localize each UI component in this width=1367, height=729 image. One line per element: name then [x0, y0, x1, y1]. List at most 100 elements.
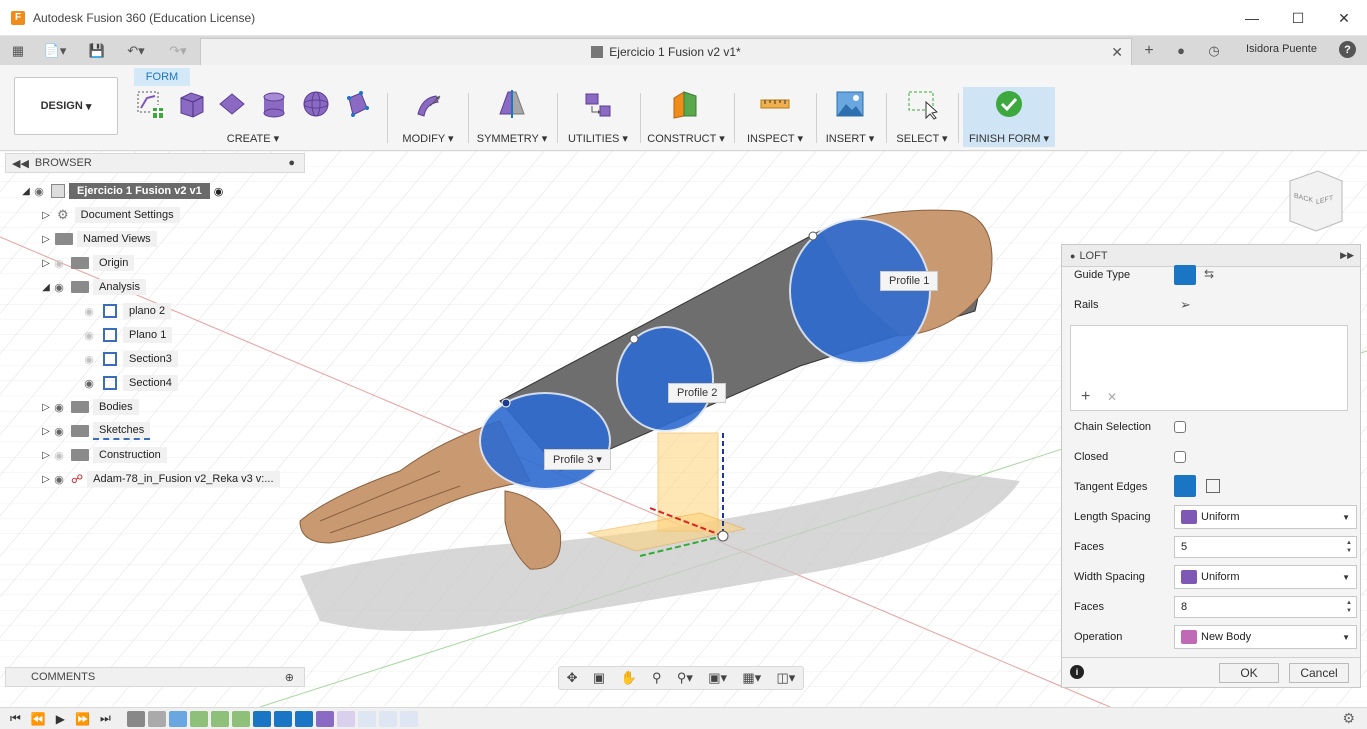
- expand-triangle-icon[interactable]: ▷: [41, 258, 51, 269]
- step-forward-icon[interactable]: ⏩: [75, 712, 90, 726]
- finish-form-group[interactable]: FINISH FORM ▾: [963, 87, 1055, 147]
- save-icon[interactable]: 💾: [88, 36, 106, 65]
- cancel-button[interactable]: Cancel: [1289, 663, 1349, 683]
- timeline-feature-6[interactable]: [231, 710, 250, 727]
- eye-icon[interactable]: ◉: [51, 425, 67, 438]
- inspect-group[interactable]: INSPECT ▾: [740, 87, 810, 147]
- stepper-icon[interactable]: ▲ ▼: [1344, 599, 1354, 615]
- expand-triangle-icon[interactable]: ▷: [41, 234, 51, 245]
- eye-icon[interactable]: ◉: [81, 329, 97, 342]
- width-spacing-dropdown[interactable]: Uniform ▼: [1174, 565, 1357, 589]
- eye-icon[interactable]: ◉: [81, 353, 97, 366]
- remove-rail-icon[interactable]: ✕: [1107, 390, 1117, 404]
- tree-item-bodies[interactable]: ▷ ◉ Bodies: [41, 397, 139, 417]
- browser-options-icon[interactable]: ●: [288, 157, 295, 169]
- fit-icon[interactable]: ⚲▾: [677, 670, 693, 686]
- select-group[interactable]: SELECT ▾: [892, 87, 952, 147]
- box-icon[interactable]: [174, 87, 208, 121]
- profile-1-shape[interactable]: [789, 218, 931, 364]
- timeline-feature-8[interactable]: [273, 710, 292, 727]
- user-name[interactable]: Isidora Puente: [1246, 43, 1317, 55]
- profile-3-shape[interactable]: [479, 392, 611, 490]
- cylinder-icon[interactable]: [257, 87, 291, 121]
- operation-dropdown[interactable]: New Body ▼: [1174, 625, 1357, 649]
- measure-icon[interactable]: [758, 87, 792, 121]
- loft-collapse-icon[interactable]: ●: [1070, 251, 1075, 261]
- add-rail-icon[interactable]: +: [1081, 388, 1090, 406]
- profile-2-label[interactable]: Profile 2: [668, 383, 727, 403]
- pan-hand-icon[interactable]: ✋: [620, 670, 636, 686]
- timeline-feature-14[interactable]: [399, 710, 418, 727]
- finish-form-check-icon[interactable]: [992, 87, 1026, 121]
- guide-rails-icon[interactable]: [1174, 265, 1196, 285]
- chain-selection-checkbox[interactable]: [1174, 421, 1186, 433]
- utilities-icon[interactable]: [581, 87, 615, 121]
- step-back-icon[interactable]: ⏪: [31, 712, 46, 726]
- construct-group[interactable]: CONSTRUCT ▾: [646, 87, 726, 147]
- tangent-edges-off-icon[interactable]: [1206, 479, 1220, 493]
- tree-item-section3[interactable]: ◉ Section3: [81, 349, 178, 369]
- face-icon[interactable]: [340, 87, 374, 121]
- document-tab[interactable]: Ejercicio 1 Fusion v2 v1* ✕: [200, 38, 1132, 65]
- timeline-feature-12[interactable]: [357, 710, 376, 727]
- close-tab-icon[interactable]: ✕: [1111, 44, 1123, 61]
- new-tab-plus-icon[interactable]: +: [1138, 36, 1160, 65]
- eye-icon[interactable]: ◉: [81, 377, 97, 390]
- profile-3-label[interactable]: Profile 3 ▾: [544, 449, 611, 470]
- length-spacing-dropdown[interactable]: Uniform ▼: [1174, 505, 1357, 529]
- redo-icon[interactable]: ↷▾: [162, 36, 194, 65]
- rails-list[interactable]: + ✕: [1070, 325, 1348, 411]
- ok-button[interactable]: OK: [1219, 663, 1279, 683]
- tab-form[interactable]: FORM: [134, 68, 190, 86]
- timeline-feature-7[interactable]: [252, 710, 271, 727]
- tree-item-plano-2[interactable]: ◉ plano 2: [81, 301, 172, 321]
- play-icon[interactable]: ▶: [56, 712, 65, 726]
- select-icon[interactable]: [905, 87, 939, 121]
- modify-icon[interactable]: [411, 87, 445, 121]
- collapse-browser-icon[interactable]: ◀◀: [12, 157, 29, 170]
- activate-radio-icon[interactable]: ◉: [214, 185, 224, 198]
- construct-icon[interactable]: [669, 87, 703, 121]
- expand-triangle-icon[interactable]: ▷: [41, 210, 51, 221]
- insert-group[interactable]: INSERT ▾: [822, 87, 878, 147]
- eye-icon[interactable]: ◉: [51, 281, 67, 294]
- timeline-feature-10[interactable]: [315, 710, 334, 727]
- expand-triangle-icon[interactable]: ▷: [41, 450, 51, 461]
- timeline-settings-gear-icon[interactable]: ⚙: [1342, 710, 1355, 727]
- add-comment-icon[interactable]: ⊕: [285, 671, 294, 684]
- close-window-button[interactable]: ✕: [1321, 0, 1367, 36]
- timeline-feature-13[interactable]: [378, 710, 397, 727]
- minimize-button[interactable]: —: [1229, 0, 1275, 36]
- zoom-icon[interactable]: ⚲: [652, 670, 662, 686]
- tree-item-plano-1[interactable]: ◉ Plano 1: [81, 325, 173, 345]
- clock-icon[interactable]: ◷: [1205, 36, 1223, 65]
- timeline-feature-1[interactable]: [126, 710, 145, 727]
- collapse-triangle-icon[interactable]: ◢: [41, 282, 51, 293]
- tree-item-named-views[interactable]: ▷ Named Views: [41, 229, 157, 249]
- apps-grid-icon[interactable]: ▦: [8, 36, 28, 65]
- tree-item-section4[interactable]: ◉ Section4: [81, 373, 178, 393]
- eye-icon[interactable]: ◉: [81, 305, 97, 318]
- symmetry-icon[interactable]: [495, 87, 529, 121]
- display-settings-icon[interactable]: ▣▾: [708, 670, 727, 686]
- eye-icon[interactable]: ◉: [51, 257, 67, 270]
- eye-icon[interactable]: ◉: [51, 473, 67, 486]
- create-group[interactable]: CREATE ▾: [128, 87, 378, 147]
- utilities-group[interactable]: UTILITIES ▾: [563, 87, 633, 147]
- go-to-end-icon[interactable]: ⏭: [100, 711, 111, 726]
- orbit-icon[interactable]: ✥: [567, 670, 578, 686]
- stepper-icon[interactable]: ▲ ▼: [1344, 539, 1354, 555]
- collapse-triangle-icon[interactable]: ◢: [21, 186, 31, 197]
- timeline-feature-3[interactable]: [168, 710, 187, 727]
- faces-length-input[interactable]: 5 ▲ ▼: [1174, 536, 1357, 558]
- expand-triangle-icon[interactable]: ▷: [41, 402, 51, 413]
- timeline-feature-11[interactable]: [336, 710, 355, 727]
- timeline-feature-9[interactable]: [294, 710, 313, 727]
- workspace-switcher[interactable]: DESIGN ▾: [14, 77, 118, 135]
- eye-icon[interactable]: ◉: [51, 401, 67, 414]
- tree-root[interactable]: ◢ ◉ Ejercicio 1 Fusion v2 v1 ◉: [21, 181, 223, 201]
- plane-icon[interactable]: [215, 87, 249, 121]
- timeline-feature-5[interactable]: [210, 710, 229, 727]
- guide-centerline-icon[interactable]: ⇆: [1204, 267, 1214, 281]
- expand-triangle-icon[interactable]: ▷: [41, 426, 51, 437]
